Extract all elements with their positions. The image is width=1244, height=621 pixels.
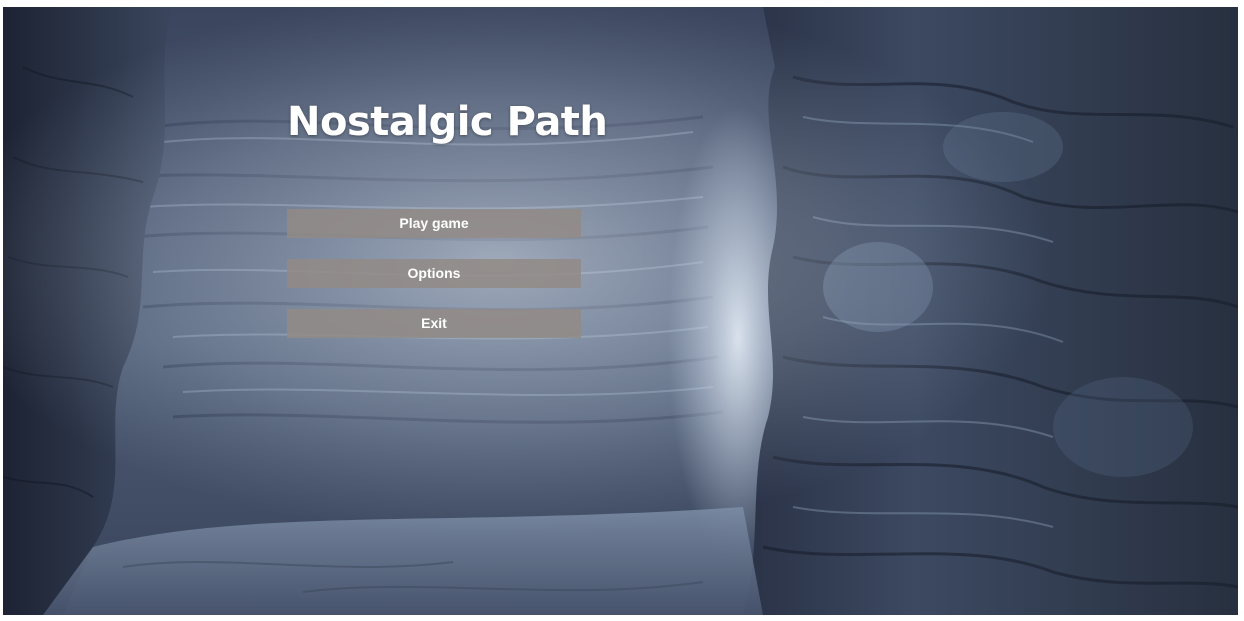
- exit-button[interactable]: Exit: [287, 309, 581, 338]
- game-main-menu-screen: Nostalgic Path Play game Options Exit: [3, 7, 1238, 615]
- game-title: Nostalgic Path: [287, 99, 608, 145]
- options-button[interactable]: Options: [287, 259, 581, 288]
- canyon-background-scene: [3, 7, 1238, 615]
- main-menu: Play game Options Exit: [287, 209, 581, 359]
- play-game-button[interactable]: Play game: [287, 209, 581, 238]
